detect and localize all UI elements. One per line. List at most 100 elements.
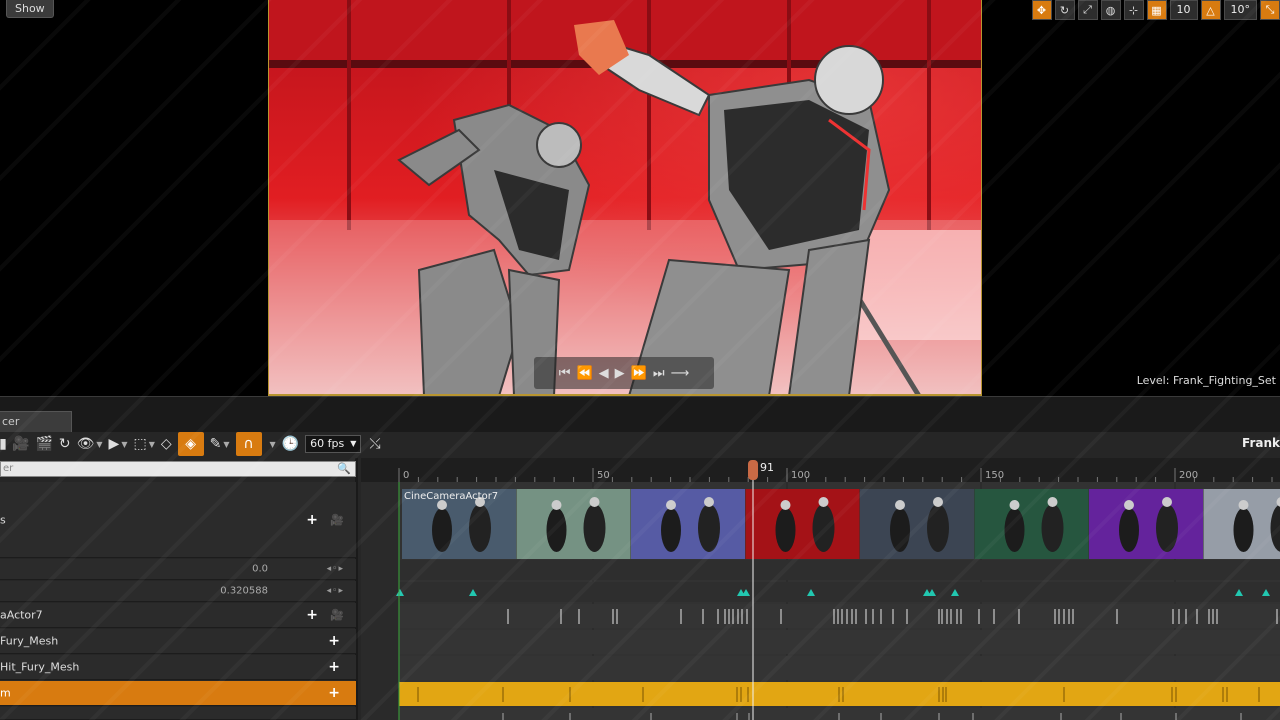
thumbnail-head (818, 497, 829, 507)
fury-mesh-lane[interactable] (399, 630, 1280, 654)
thumbnail-figure (890, 508, 910, 552)
play-reverse-icon[interactable]: ◀ (599, 366, 609, 381)
clock-icon[interactable]: 🕒 (282, 432, 299, 456)
save-icon[interactable]: ▮ (0, 432, 7, 456)
loop-icon[interactable]: ⟶ (671, 366, 690, 381)
auto-key-icon[interactable]: ◈ (177, 432, 204, 456)
track-label: aActor7 (0, 608, 43, 622)
thumbnail-shade (631, 489, 745, 559)
add-camera-icon[interactable]: 🎥 (12, 432, 29, 456)
track-search-input[interactable]: er 🔍 (0, 461, 356, 477)
step-forward-icon[interactable]: ⏩ (631, 366, 647, 381)
add-track-icon[interactable]: + (328, 659, 340, 675)
level-viewport[interactable]: Show ⏮ ⏪ ◀ ▶ ⏩ ⏭ ⟶ ✥ ↻ ⤢ ◍ ⊹ ▦ 10 △ 10° … (0, 0, 1280, 396)
thumbnail-head (1009, 500, 1020, 510)
thumbnail-shade (974, 489, 1089, 559)
camera-actor-lane[interactable] (399, 604, 1280, 628)
grid-snap-value[interactable]: 10 (1169, 0, 1198, 20)
dropdown-caret-icon: ▼ (350, 439, 357, 448)
hit-fury-mesh-lane[interactable] (399, 656, 1280, 680)
add-track-icon[interactable]: + (306, 607, 318, 623)
thumbnail-head (933, 497, 943, 507)
camera-thumbnail (860, 489, 974, 559)
unreal-editor: Show ⏮ ⏪ ◀ ▶ ⏩ ⏭ ⟶ ✥ ↻ ⤢ ◍ ⊹ ▦ 10 △ 10° … (0, 0, 1280, 720)
thumbnail-figure (583, 504, 606, 552)
camera-cut-thumbnails[interactable] (402, 489, 1280, 559)
ruler-label: 0 (403, 470, 409, 481)
track-row-camera-actor[interactable]: aActor7 + 🎥 (0, 603, 356, 628)
translate-icon[interactable]: ✥ (1031, 0, 1052, 20)
keyframe-track-lane[interactable] (399, 582, 1280, 602)
thumbnail-figure (432, 508, 452, 552)
thumbnail-head (666, 500, 676, 510)
thumbnail-head (780, 500, 791, 510)
key-navigation-icon[interactable]: ◂◦▸ (327, 564, 344, 574)
property-value[interactable]: 0.0 (252, 564, 268, 575)
track-row-next[interactable] (0, 707, 356, 720)
track-row-property-1[interactable]: 0.0 ◂◦▸ (0, 559, 356, 580)
playhead-handle[interactable] (748, 460, 758, 480)
curve-editor-icon[interactable]: ⤯ (369, 432, 380, 456)
add-track-icon[interactable]: + (306, 512, 318, 528)
track-label: m (0, 686, 11, 700)
track-row-hit-fury-mesh[interactable]: Hit_Fury_Mesh + (0, 655, 356, 680)
key-navigation-icon[interactable]: ◂◦▸ (327, 586, 344, 596)
track-row-shots[interactable]: s + 🎥 (0, 482, 356, 558)
property-value[interactable]: 0.320588 (220, 586, 268, 597)
render-movie-icon[interactable]: 🎬 (35, 432, 52, 456)
rotation-snap-icon[interactable]: △ (1200, 0, 1221, 20)
thumbnail-shade (1089, 489, 1203, 559)
step-back-icon[interactable]: ⏪ (576, 366, 592, 381)
key-icon[interactable]: ◇ (161, 432, 172, 456)
track-row-fury-mesh[interactable]: Fury_Mesh + (0, 629, 356, 654)
show-button[interactable]: Show (6, 0, 54, 18)
thumbnail-head (1162, 497, 1172, 507)
thumbnail-shade (860, 489, 974, 559)
ruler-label: 100 (791, 470, 810, 481)
ruler-label: 200 (1179, 470, 1198, 481)
thumbnail-figure (1004, 508, 1025, 552)
pre-roll-region (361, 482, 399, 720)
track-outliner: er 🔍 s + 🎥 0.0 ◂◦▸ 0.320588 ◂◦▸ aActor7 … (0, 458, 358, 720)
current-frame-label: 91 (760, 461, 774, 474)
scale-snap-icon[interactable]: ⤡ (1260, 0, 1280, 20)
time-ruler[interactable] (361, 458, 1280, 482)
timeline-canvas[interactable]: 0 50 100 150 200 CineCameraActor7 (361, 458, 1280, 720)
play-icon[interactable]: ▶ (615, 366, 625, 381)
selection-options-icon[interactable]: ⬚ ▼ (133, 432, 154, 456)
rotation-snap-value[interactable]: 10° (1223, 0, 1257, 20)
world-space-icon[interactable]: ◍ (1100, 0, 1121, 20)
scale-icon[interactable]: ⤢ (1077, 0, 1098, 20)
view-options-icon[interactable]: 👁 ▼ (77, 432, 103, 456)
camera-icon[interactable]: 🎥 (330, 513, 344, 526)
thumbnail-figure (1233, 508, 1254, 552)
add-track-icon[interactable]: + (328, 685, 340, 701)
thumbnail-head (1238, 500, 1249, 510)
jump-to-start-icon[interactable]: ⏮ (559, 366, 571, 381)
thumbnail-head (895, 500, 905, 510)
grid-snap-icon[interactable]: ▦ (1146, 0, 1167, 20)
jump-to-end-icon[interactable]: ⏭ (653, 366, 665, 381)
ruler-label: 150 (985, 470, 1004, 481)
track-row-selected[interactable]: m + (0, 681, 356, 706)
fighting-scene-image (269, 0, 981, 394)
sequencer-panel: cer ▮ 🎥 🎬 ↻ 👁 ▼ ▶ ▼ ⬚ ▼ ◇ ◈ ✎ ▼ ∩ ▼ 🕒 60 fps… (0, 396, 1280, 720)
sequencer-tab[interactable]: cer (0, 411, 72, 433)
rotate-icon[interactable]: ↻ (1054, 0, 1075, 20)
camera-icon[interactable]: 🎥 (330, 609, 344, 622)
edit-tools-icon[interactable]: ✎ ▼ (210, 432, 230, 456)
level-prefix: Level: (1136, 374, 1170, 387)
thumbnail-head (589, 497, 600, 507)
playback-options-icon[interactable]: ▶ ▼ (109, 432, 128, 456)
thumbnail-figure (546, 508, 567, 552)
timeline-area[interactable]: 0 50 100 150 200 CineCameraActor7 91 (361, 458, 1280, 720)
track-row-property-2[interactable]: 0.320588 ◂◦▸ (0, 581, 356, 602)
snap-magnet-icon[interactable]: ∩ (235, 432, 262, 456)
refresh-icon[interactable]: ↻ (59, 432, 71, 456)
add-track-icon[interactable]: + (328, 633, 340, 649)
surface-snap-icon[interactable]: ⊹ (1123, 0, 1144, 20)
camera-preview (268, 0, 982, 396)
fps-dropdown[interactable]: 60 fps ▼ (305, 435, 362, 453)
property-track-lane[interactable] (399, 560, 1280, 580)
snap-options-icon[interactable]: ▼ (268, 432, 276, 456)
